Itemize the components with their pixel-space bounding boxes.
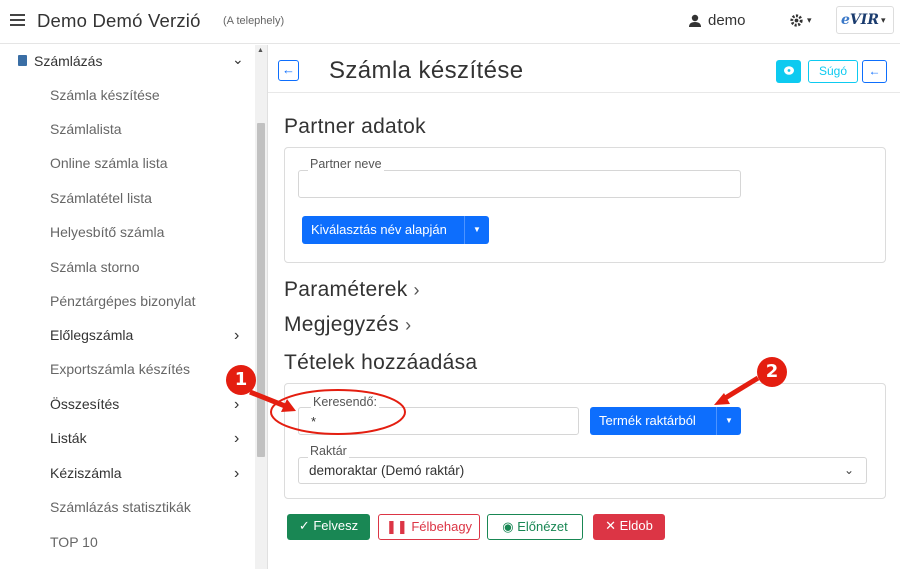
sidebar-item[interactable]: Kéziszámla › — [50, 465, 255, 495]
settings-menu[interactable]: ▾ — [789, 13, 812, 28]
chevron-right-icon: › — [234, 465, 240, 482]
user-menu[interactable]: demo — [688, 12, 746, 29]
pause-icon: ❚❚ — [385, 519, 412, 534]
divider — [268, 92, 900, 93]
search-input[interactable]: * — [298, 407, 579, 435]
search-label: Keresendő: — [311, 395, 379, 409]
chevron-down-icon: ⌄ — [843, 463, 854, 477]
page-title: Számla készítése — [329, 57, 524, 84]
chevron-right-icon: › — [234, 430, 240, 447]
partner-section-title: Partner adatok — [284, 115, 426, 138]
items-section-title: Tételek hozzáadása — [284, 351, 478, 374]
back-arrow-button[interactable]: ← — [862, 60, 887, 83]
app-subtitle: (A telephely) — [223, 15, 285, 27]
help-button[interactable]: Súgó — [808, 60, 858, 83]
chevron-down-icon: ▾ — [807, 15, 812, 25]
params-section-toggle[interactable]: Paraméterek › — [284, 278, 420, 302]
chevron-right-icon: › — [405, 315, 412, 335]
sidebar-item[interactable]: Összesítés › — [50, 396, 255, 426]
sidebar-item[interactable]: TOP 10 — [50, 534, 255, 564]
sidebar-item[interactable]: Exportszámla készítés — [50, 361, 255, 391]
chevron-down-icon: ▾ — [880, 14, 886, 25]
annotation-badge-2: 2 — [757, 357, 787, 387]
sidebar-item[interactable]: Helyesbítő számla — [50, 224, 255, 254]
sidebar-item[interactable]: Számla storno — [50, 259, 255, 289]
warehouse-select[interactable]: demoraktar (Demó raktár) ⌄ — [298, 457, 867, 484]
annotation-badge-1: 1 — [226, 365, 256, 395]
preview-button[interactable]: ◉ Előnézet — [487, 514, 583, 540]
check-icon: ✓ — [298, 518, 314, 533]
warehouse-product-button[interactable]: Termék raktárból ▼ — [590, 407, 741, 435]
scroll-up-icon[interactable]: ▲ — [257, 47, 264, 54]
back-button[interactable]: ← — [278, 60, 299, 81]
main-content: ← Számla készítése Súgó ← Partner adatok… — [268, 45, 900, 569]
app-logo-menu[interactable]: eVIR ▾ — [836, 6, 894, 34]
partner-card: Partner neve Kiválasztás név alapján ▼ — [284, 147, 886, 263]
logo: eVIR — [841, 12, 879, 28]
sidebar-item[interactable]: Számlázás statisztikák — [50, 499, 255, 529]
partner-name-label: Partner neve — [308, 157, 384, 171]
add-button[interactable]: ✓ Felvesz — [287, 514, 370, 540]
document-icon — [18, 55, 27, 66]
sidebar-item[interactable]: Számlalista — [50, 121, 255, 151]
warehouse-label: Raktár — [308, 444, 349, 458]
close-icon: ✕ — [605, 518, 620, 533]
top-bar: Demo Demó Verzió (A telephely) demo ▾ eV… — [0, 0, 900, 44]
chevron-right-icon: › — [234, 327, 240, 344]
dropdown-toggle[interactable]: ▼ — [716, 407, 741, 435]
sidebar-section-szamlazas[interactable]: Számlázás ⌄ — [0, 49, 255, 73]
chevron-right-icon: › — [413, 280, 420, 300]
dropdown-toggle[interactable]: ▼ — [464, 216, 489, 244]
sidebar-item[interactable]: Online számla lista — [50, 155, 255, 185]
sidebar-item[interactable]: Számla készítése — [50, 87, 255, 117]
sidebar-item[interactable]: Pénztárgépes bizonylat — [50, 293, 255, 323]
user-icon — [689, 14, 701, 27]
scrollbar-thumb[interactable] — [257, 123, 265, 457]
discard-button[interactable]: ✕ Eldob — [593, 514, 665, 540]
sidebar: Számlázás ⌄ Számla készítése Számlalista… — [0, 45, 268, 569]
sidebar-item[interactable]: Listák › — [50, 430, 255, 460]
sidebar-section-label: Számlázás — [34, 53, 103, 69]
gear-icon — [790, 14, 803, 27]
chat-icon — [783, 66, 794, 75]
items-card: * Keresendő: Termék raktárból ▼ demorakt… — [284, 383, 886, 499]
chevron-right-icon: › — [234, 396, 240, 413]
partner-name-input[interactable] — [298, 170, 741, 198]
sidebar-item[interactable]: Előlegszámla › — [50, 327, 255, 357]
menu-icon[interactable] — [10, 14, 25, 26]
chat-help-button[interactable] — [776, 60, 801, 83]
select-by-name-button[interactable]: Kiválasztás név alapján ▼ — [302, 216, 489, 244]
app-title: Demo Demó Verzió — [37, 10, 201, 31]
eye-icon: ◉ — [502, 519, 518, 534]
pause-button[interactable]: ❚❚ Félbehagy — [378, 514, 480, 540]
sidebar-item[interactable]: Számlatétel lista — [50, 190, 255, 220]
user-name: demo — [708, 12, 746, 29]
chevron-down-icon: ⌄ — [232, 51, 244, 67]
notes-section-toggle[interactable]: Megjegyzés › — [284, 313, 411, 337]
